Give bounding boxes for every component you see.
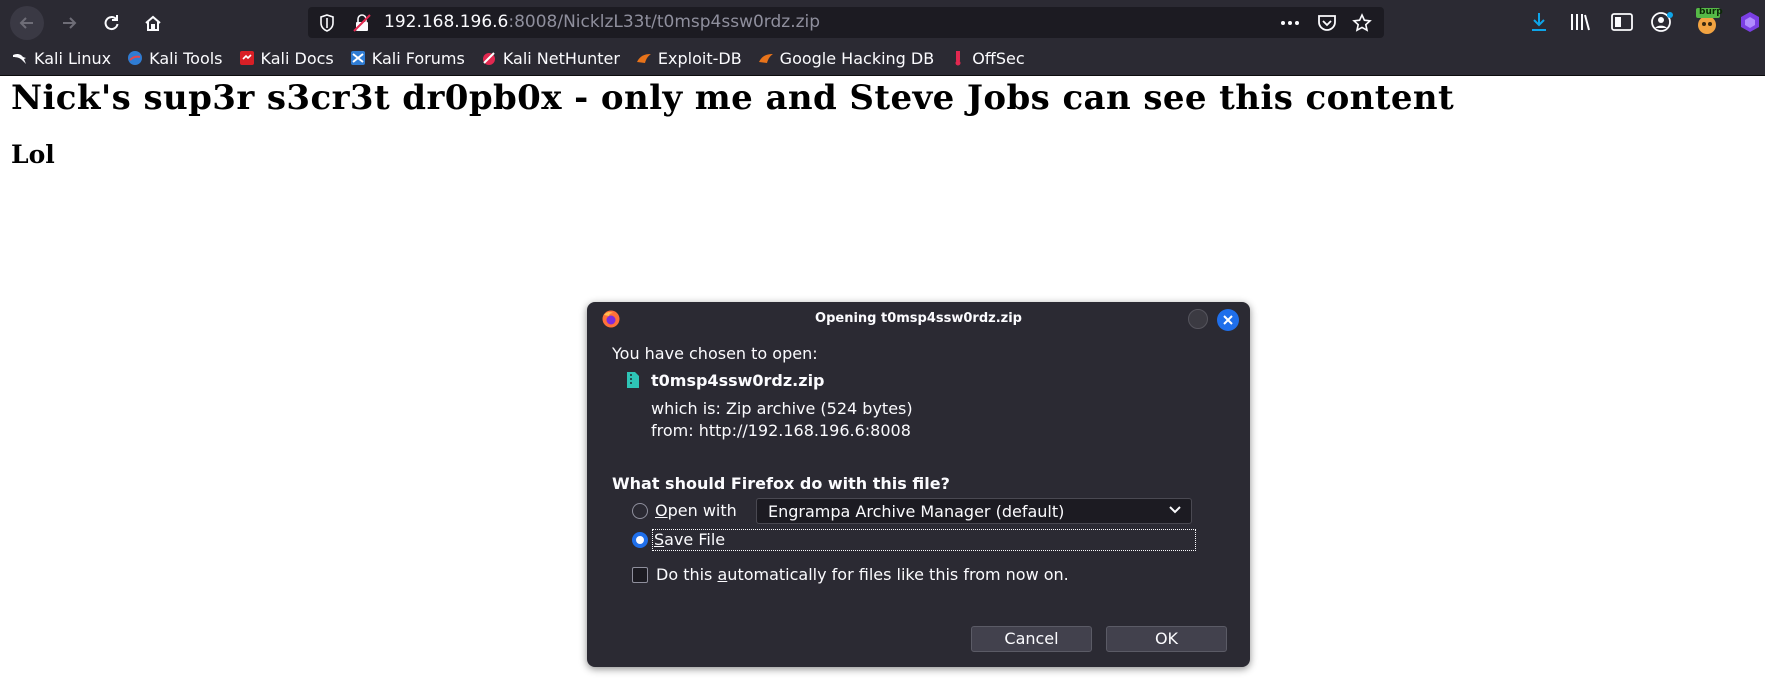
arrow-left-icon	[19, 17, 33, 29]
kali-dragon-icon	[13, 53, 26, 64]
auto-text-before: Do this	[656, 565, 718, 584]
application-select[interactable]: Engrampa Archive Manager (default)	[756, 498, 1192, 524]
pocket-icon[interactable]	[1317, 13, 1337, 33]
burp-extension-icon[interactable]: burp	[1693, 7, 1723, 34]
library-icon[interactable]	[1568, 10, 1592, 34]
open-with-label[interactable]: Open with	[655, 501, 737, 520]
forward-button[interactable]	[54, 8, 84, 38]
dialog-question: What should Firefox do with this file?	[612, 474, 950, 493]
bookmark-label: Exploit-DB	[657, 48, 742, 68]
bookmark-offsec[interactable]: OffSec	[950, 48, 1025, 68]
extension-icon[interactable]	[1738, 10, 1762, 34]
dialog-titlebar[interactable]: Opening t0msp4ssw0rdz.zip	[587, 302, 1250, 336]
kali-forums-icon	[350, 51, 365, 65]
bookmark-star-icon[interactable]	[1352, 13, 1372, 33]
kali-docs-icon	[239, 51, 254, 65]
save-file-mnemonic: S	[654, 530, 665, 549]
ok-button[interactable]: OK	[1106, 626, 1227, 652]
browser-chrome: 192.168.196.6:8008/NicklzL33t/t0msp4ssw0…	[0, 0, 1765, 76]
bookmark-kali-linux[interactable]: Kali Linux	[12, 49, 111, 68]
bookmark-kali-nethunter[interactable]: Kali NetHunter	[481, 49, 620, 68]
page-actions-icon[interactable]	[1280, 13, 1300, 33]
page-heading: Nick's sup3r s3cr3t dr0pb0x - only me an…	[11, 78, 1455, 118]
home-icon	[145, 15, 161, 31]
back-button[interactable]	[10, 6, 44, 40]
ghdb-icon	[758, 54, 773, 63]
bookmark-exploit-db[interactable]: Exploit-DB	[636, 49, 742, 68]
auto-checkbox[interactable]	[632, 567, 648, 583]
bookmark-kali-tools[interactable]: Kali Tools	[127, 48, 223, 68]
bookmark-ghdb[interactable]: Google Hacking DB	[758, 48, 935, 68]
url-host: 192.168.196.6	[384, 12, 509, 32]
reload-icon	[104, 15, 119, 31]
from-label: from:	[651, 421, 694, 440]
application-select-value: Engrampa Archive Manager (default)	[768, 502, 1065, 521]
close-icon	[1223, 315, 1233, 325]
auto-mnemonic: a	[717, 565, 728, 584]
url-bar[interactable]: 192.168.196.6:8008/NicklzL33t/t0msp4ssw0…	[308, 7, 1384, 38]
save-file-focus-ring	[652, 529, 1196, 551]
bookmark-label: Kali Linux	[34, 48, 112, 68]
dialog-intro: You have chosen to open:	[612, 344, 818, 363]
bookmark-kali-docs[interactable]: Kali Docs	[239, 49, 334, 68]
cancel-button[interactable]: Cancel	[971, 626, 1092, 652]
bookmark-label: Kali Forums	[371, 48, 465, 68]
shield-icon[interactable]	[317, 13, 337, 33]
dialog-title: Opening t0msp4ssw0rdz.zip	[815, 311, 1022, 326]
bookmark-label: Kali NetHunter	[502, 48, 620, 68]
exploit-db-icon	[636, 54, 651, 63]
file-name: t0msp4ssw0rdz.zip	[651, 371, 825, 390]
open-with-text: pen with	[667, 501, 737, 520]
download-dialog: Opening t0msp4ssw0rdz.zip You have chose…	[587, 302, 1250, 667]
arrow-right-icon	[63, 17, 77, 29]
bookmark-label: Google Hacking DB	[779, 48, 935, 68]
bookmark-label: Kali Tools	[149, 48, 223, 68]
offsec-icon	[955, 51, 961, 66]
file-type-row: which is: Zip archive (524 bytes)	[651, 399, 913, 418]
chevron-down-icon	[1169, 506, 1181, 514]
save-file-radio[interactable]	[632, 532, 648, 548]
auto-text-after: utomatically for files like this from no…	[727, 565, 1069, 584]
which-is-label: which is:	[651, 399, 721, 418]
burp-badge: burp	[1699, 7, 1723, 17]
auto-label[interactable]: Do this automatically for files like thi…	[656, 565, 1069, 584]
file-type-value: Zip archive (524 bytes)	[725, 399, 913, 418]
save-file-text: ave File	[664, 530, 726, 549]
page-subheading: Lol	[11, 140, 55, 169]
bookmarks-toolbar: Kali Linux Kali Tools Kali Docs Kali For…	[0, 44, 1765, 72]
home-button[interactable]	[138, 8, 168, 38]
file-source-row: from: http://192.168.196.6:8008	[651, 421, 911, 440]
file-source-value: http://192.168.196.6:8008	[698, 421, 911, 440]
zip-file-icon	[627, 372, 639, 388]
sidebar-icon[interactable]	[1610, 10, 1634, 34]
url-text[interactable]: 192.168.196.6:8008/NicklzL33t/t0msp4ssw0…	[384, 7, 820, 38]
kali-tools-icon	[128, 51, 143, 65]
bookmark-label: Kali Docs	[260, 48, 334, 68]
download-icon[interactable]	[1527, 10, 1551, 34]
close-button[interactable]	[1217, 309, 1239, 331]
url-path: :8008/NicklzL33t/t0msp4ssw0rdz.zip	[508, 12, 821, 32]
minimize-button[interactable]	[1188, 309, 1208, 329]
account-icon[interactable]	[1650, 10, 1674, 34]
open-with-radio[interactable]	[632, 503, 648, 519]
save-file-label[interactable]: Save File	[654, 530, 725, 549]
bookmark-kali-forums[interactable]: Kali Forums	[350, 49, 465, 68]
insecure-lock-icon[interactable]	[352, 13, 372, 33]
bookmark-label: OffSec	[972, 48, 1025, 68]
reload-button[interactable]	[96, 8, 126, 38]
open-with-mnemonic: O	[655, 501, 668, 520]
nethunter-icon	[482, 52, 495, 65]
